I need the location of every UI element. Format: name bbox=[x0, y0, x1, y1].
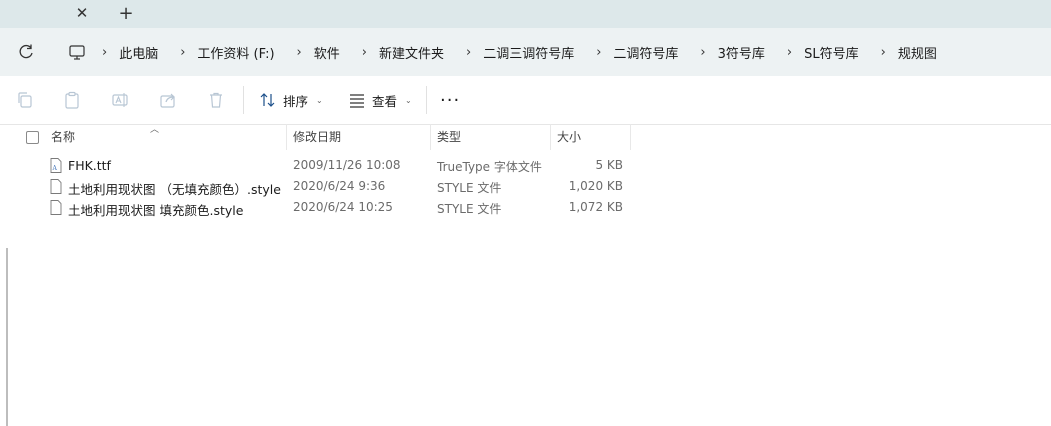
close-tab-icon[interactable]: ✕ bbox=[70, 2, 94, 24]
breadcrumb-item-symbol-lib-3[interactable]: 3符号库 bbox=[718, 43, 787, 62]
chevron-down-icon: ⌄ bbox=[316, 95, 323, 105]
view-icon bbox=[350, 94, 364, 108]
breadcrumb-item-symbol-lib-1[interactable]: 二调三调符号库 bbox=[483, 43, 596, 62]
file-size: 1,020 KB bbox=[568, 179, 623, 193]
column-header-name[interactable]: 名称 bbox=[45, 124, 287, 150]
file-type: STYLE 文件 bbox=[437, 202, 502, 216]
select-all-checkbox[interactable] bbox=[26, 131, 39, 144]
column-header-size[interactable]: 大小 bbox=[551, 124, 631, 150]
file-list: A FHK.ttf 2009/11/26 10:08 TrueType 字体文件… bbox=[0, 156, 1051, 219]
refresh-icon[interactable] bbox=[16, 42, 36, 62]
chevron-right-icon[interactable]: › bbox=[297, 45, 314, 60]
view-button[interactable]: 查看 ⌄ bbox=[348, 88, 412, 112]
column-header-row: ︿ 名称 修改日期 类型 大小 bbox=[0, 124, 1051, 150]
file-type: STYLE 文件 bbox=[437, 181, 502, 195]
paste-icon[interactable] bbox=[63, 91, 81, 109]
chevron-right-icon[interactable]: › bbox=[787, 45, 804, 60]
file-date: 2009/11/26 10:08 bbox=[293, 158, 401, 172]
computer-icon[interactable] bbox=[68, 43, 86, 61]
file-row[interactable]: 土地利用现状图 填充颜色.style 2020/6/24 10:25 STYLE… bbox=[0, 198, 1051, 219]
file-icon bbox=[50, 200, 62, 215]
new-tab-button[interactable]: + bbox=[114, 2, 138, 24]
breadcrumb-item-symbol-lib-2[interactable]: 二调符号库 bbox=[613, 43, 700, 62]
more-options-button[interactable]: ··· bbox=[440, 90, 460, 111]
delete-icon[interactable] bbox=[207, 91, 225, 109]
file-name: 土地利用现状图 填充颜色.style bbox=[68, 203, 244, 218]
chevron-right-icon[interactable]: › bbox=[180, 45, 197, 60]
chevron-right-icon[interactable]: › bbox=[596, 45, 613, 60]
sort-icon bbox=[260, 93, 275, 107]
rename-icon[interactable] bbox=[111, 91, 129, 109]
chevron-right-icon[interactable]: › bbox=[466, 45, 483, 60]
file-name: 土地利用现状图 （无填充颜色）.style bbox=[68, 182, 281, 197]
toolbar-divider bbox=[243, 86, 244, 114]
breadcrumb-item-current[interactable]: 规规图 bbox=[898, 43, 959, 62]
sort-button[interactable]: 排序 ⌄ bbox=[259, 88, 323, 112]
address-bar: › 此电脑 › 工作资料 (F:) › 软件 › 新建文件夹 › 二调三调符号库… bbox=[0, 28, 1051, 76]
view-label: 查看 bbox=[372, 93, 398, 109]
chevron-right-icon[interactable]: › bbox=[881, 45, 898, 60]
chevron-right-icon[interactable]: › bbox=[102, 45, 119, 60]
command-bar: 排序 ⌄ 查看 ⌄ ··· bbox=[0, 76, 1051, 125]
breadcrumb-item-software[interactable]: 软件 bbox=[314, 43, 362, 62]
toolbar-divider bbox=[426, 86, 427, 114]
breadcrumb-item-sl-symbol-lib[interactable]: SL符号库 bbox=[804, 43, 881, 62]
navigation-pane-edge[interactable] bbox=[6, 248, 8, 426]
tab-strip: ✕ + bbox=[0, 0, 1051, 28]
file-name: FHK.ttf bbox=[68, 158, 111, 173]
breadcrumb-item-this-pc[interactable]: 此电脑 bbox=[119, 43, 180, 62]
chevron-right-icon[interactable]: › bbox=[362, 45, 379, 60]
breadcrumb: › 此电脑 › 工作资料 (F:) › 软件 › 新建文件夹 › 二调三调符号库… bbox=[68, 28, 959, 76]
file-type: TrueType 字体文件 bbox=[437, 160, 542, 174]
file-date: 2020/6/24 9:36 bbox=[293, 179, 386, 193]
file-size: 1,072 KB bbox=[568, 200, 623, 214]
file-row[interactable]: A FHK.ttf 2009/11/26 10:08 TrueType 字体文件… bbox=[0, 156, 1051, 177]
breadcrumb-item-drive-f[interactable]: 工作资料 (F:) bbox=[197, 43, 296, 62]
column-header-date[interactable]: 修改日期 bbox=[287, 124, 431, 150]
file-icon bbox=[50, 179, 62, 194]
chevron-down-icon: ⌄ bbox=[405, 95, 412, 105]
font-file-icon: A bbox=[50, 158, 62, 173]
file-row[interactable]: 土地利用现状图 （无填充颜色）.style 2020/6/24 9:36 STY… bbox=[0, 177, 1051, 198]
column-header-type[interactable]: 类型 bbox=[431, 124, 551, 150]
chevron-right-icon[interactable]: › bbox=[700, 45, 717, 60]
share-icon[interactable] bbox=[159, 91, 177, 109]
file-date: 2020/6/24 10:25 bbox=[293, 200, 393, 214]
file-size: 5 KB bbox=[595, 158, 623, 172]
copy-icon[interactable] bbox=[16, 91, 34, 109]
breadcrumb-item-new-folder[interactable]: 新建文件夹 bbox=[379, 43, 466, 62]
svg-text:A: A bbox=[52, 165, 58, 172]
sort-label: 排序 bbox=[283, 93, 309, 109]
